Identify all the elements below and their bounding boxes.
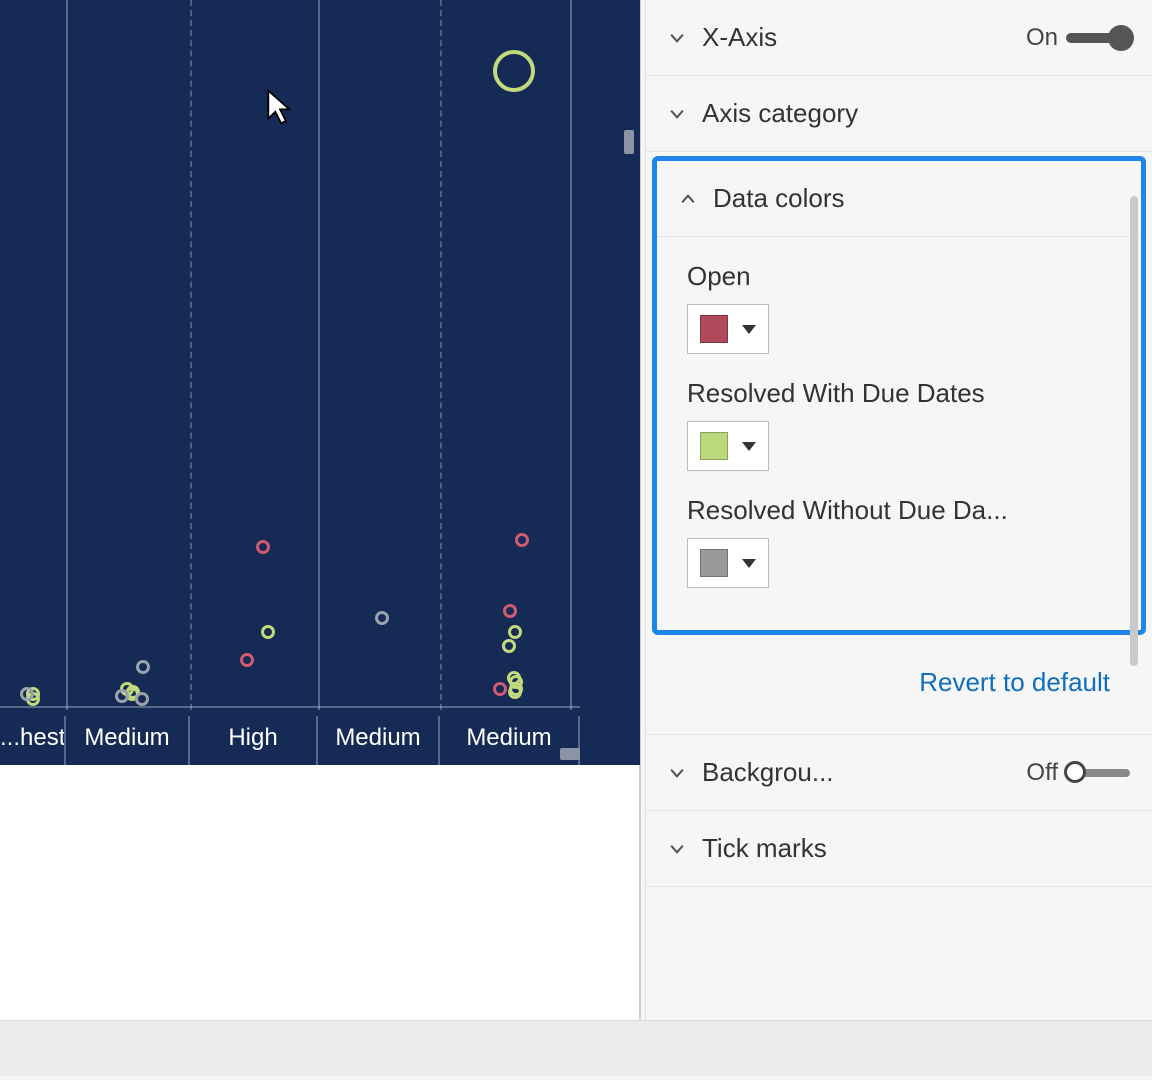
data-point[interactable] [256, 540, 270, 554]
section-data-colors[interactable]: Data colors [657, 161, 1141, 237]
color-picker-button[interactable] [687, 421, 769, 471]
caret-down-icon [742, 442, 756, 451]
axis-category-label: High [190, 716, 318, 765]
axis-category-label: ...hest [0, 716, 66, 765]
revert-to-default-link[interactable]: Revert to default [646, 639, 1152, 735]
data-point[interactable] [135, 692, 149, 706]
color-picker-button[interactable] [687, 538, 769, 588]
section-label: Tick marks [702, 833, 1130, 864]
toggle-state-label: Off [1026, 759, 1058, 787]
chevron-down-icon [666, 27, 688, 49]
pane-scrollbar[interactable] [1130, 196, 1138, 666]
data-point[interactable] [375, 611, 389, 625]
x-axis-toggle[interactable]: On [1026, 24, 1130, 52]
data-point[interactable] [502, 639, 516, 653]
section-x-axis[interactable]: X-Axis On [646, 0, 1152, 76]
axis-category-label: Medium [318, 716, 440, 765]
data-color-label: Resolved Without Due Da... [687, 495, 1113, 526]
section-label: Data colors [713, 183, 1119, 214]
vertical-scrollbar-thumb[interactable] [624, 130, 634, 154]
section-data-colors-highlighted: Data colors Open Resolved With Due Dates R… [652, 156, 1146, 635]
color-swatch [700, 315, 728, 343]
axis-category-label: Medium [66, 716, 190, 765]
status-bar [0, 1020, 1152, 1076]
chart-visual[interactable]: ...hestMediumHighMediumMedium [0, 0, 640, 765]
data-color-item: Resolved With Due Dates [687, 378, 1113, 471]
toggle-state-label: On [1026, 24, 1058, 52]
section-background[interactable]: Backgrou... Off [646, 735, 1152, 811]
background-toggle[interactable]: Off [1026, 759, 1130, 787]
data-point[interactable] [136, 660, 150, 674]
section-label: Backgrou... [702, 757, 1012, 788]
chevron-down-icon [666, 762, 688, 784]
chevron-down-icon [666, 838, 688, 860]
horizontal-scrollbar-thumb[interactable] [560, 748, 580, 760]
data-point[interactable] [240, 653, 254, 667]
data-color-item: Resolved Without Due Da... [687, 495, 1113, 588]
format-pane: X-Axis On Axis category Data colors [640, 0, 1152, 1020]
section-tick-marks[interactable]: Tick marks [646, 811, 1152, 887]
axis-category-label: Medium [440, 716, 580, 765]
data-point[interactable] [508, 685, 522, 699]
section-label: X-Axis [702, 22, 1012, 53]
data-point[interactable] [503, 604, 517, 618]
caret-down-icon [742, 559, 756, 568]
caret-down-icon [742, 325, 756, 334]
section-label: Axis category [702, 98, 1130, 129]
data-color-label: Resolved With Due Dates [687, 378, 1113, 409]
section-axis-category[interactable]: Axis category [646, 76, 1152, 152]
color-picker-button[interactable] [687, 304, 769, 354]
data-color-label: Open [687, 261, 1113, 292]
color-swatch [700, 432, 728, 460]
data-point[interactable] [515, 533, 529, 547]
data-color-item: Open [687, 261, 1113, 354]
data-point[interactable] [493, 682, 507, 696]
data-point[interactable] [261, 625, 275, 639]
chevron-down-icon [666, 103, 688, 125]
color-swatch [700, 549, 728, 577]
data-point[interactable] [508, 625, 522, 639]
data-point[interactable] [493, 50, 535, 92]
data-point[interactable] [115, 689, 129, 703]
chevron-up-icon [677, 188, 699, 210]
canvas-empty-area [0, 765, 640, 1020]
